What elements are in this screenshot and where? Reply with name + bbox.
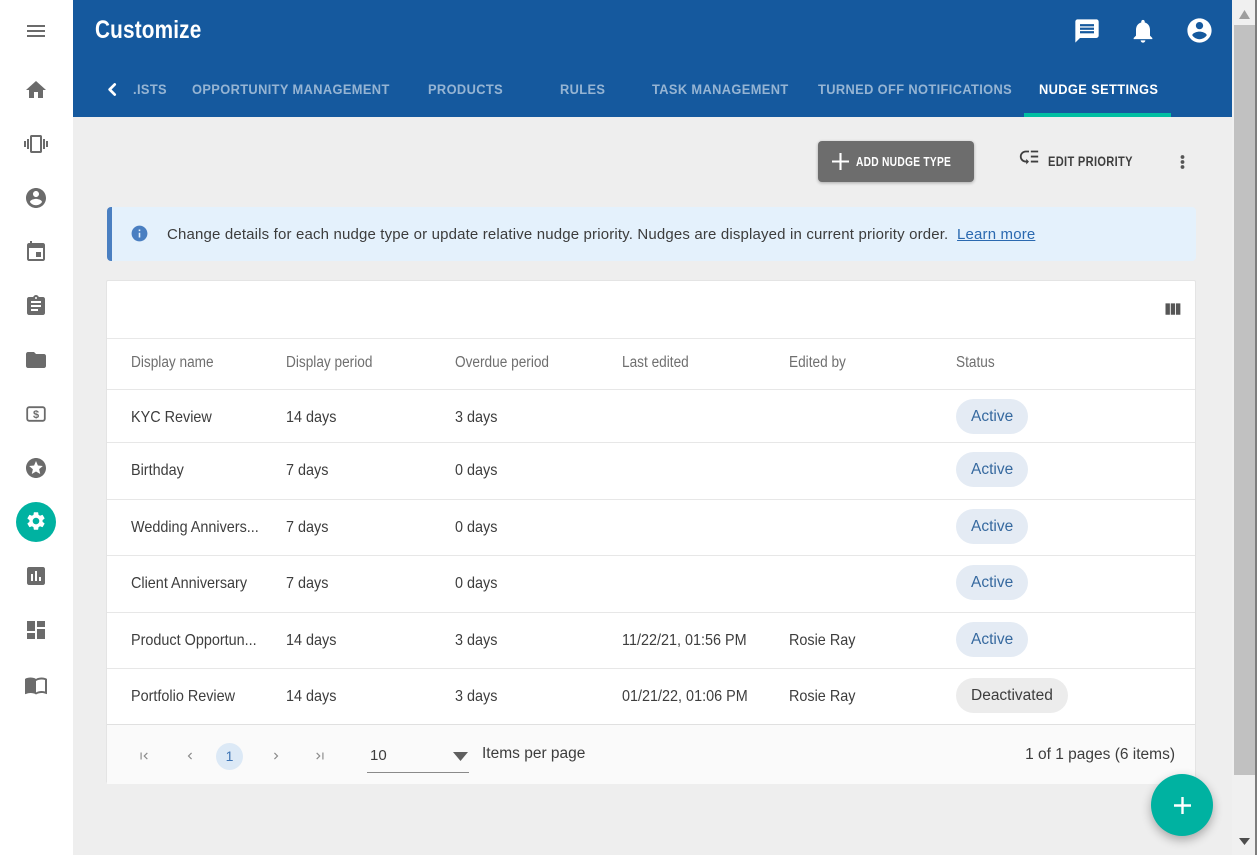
svg-text:$: $ bbox=[33, 409, 39, 421]
